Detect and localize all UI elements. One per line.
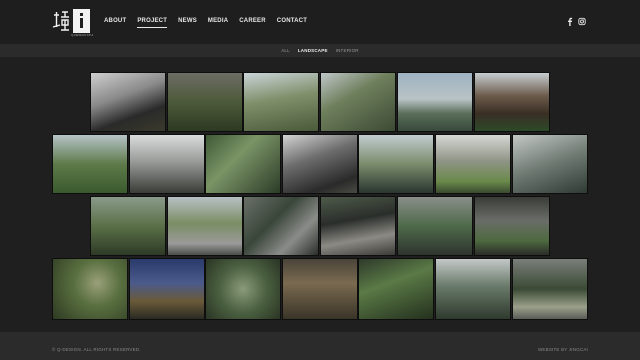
filter-landscape[interactable]: LANDSCAPE bbox=[298, 48, 328, 53]
project-tile-6[interactable] bbox=[474, 72, 550, 132]
nav-career[interactable]: CAREER bbox=[239, 16, 266, 28]
project-tile-19[interactable] bbox=[474, 196, 550, 256]
project-tile-5[interactable] bbox=[397, 72, 473, 132]
project-tile-23[interactable] bbox=[282, 258, 358, 320]
project-gallery bbox=[0, 57, 640, 332]
logo-mark-icon[interactable] bbox=[73, 9, 90, 33]
logo-glyph-icon[interactable] bbox=[52, 9, 70, 33]
instagram-icon[interactable] bbox=[578, 17, 586, 26]
copyright-text: © Q-DESIGN. ALL RIGHTS RESERVED. bbox=[52, 347, 141, 352]
category-filter-bar: ALL LANDSCAPE INTERIOR bbox=[0, 44, 640, 57]
project-tile-13[interactable] bbox=[512, 134, 588, 194]
project-tile-3[interactable] bbox=[243, 72, 319, 132]
project-tile-26[interactable] bbox=[512, 258, 588, 320]
nav-project[interactable]: PROJECT bbox=[137, 16, 168, 28]
project-tile-18[interactable] bbox=[397, 196, 473, 256]
nav-news[interactable]: NEWS bbox=[178, 16, 197, 28]
project-tile-15[interactable] bbox=[167, 196, 243, 256]
project-tile-25[interactable] bbox=[435, 258, 511, 320]
project-tile-7[interactable] bbox=[52, 134, 128, 194]
site-footer bbox=[0, 332, 640, 360]
facebook-icon[interactable] bbox=[566, 17, 574, 26]
project-tile-20[interactable] bbox=[52, 258, 128, 320]
project-tile-22[interactable] bbox=[205, 258, 281, 320]
project-tile-11[interactable] bbox=[358, 134, 434, 194]
project-tile-21[interactable] bbox=[129, 258, 205, 320]
project-tile-14[interactable] bbox=[90, 196, 166, 256]
logo-subtext: Q-DESIGN STUDIO bbox=[71, 34, 93, 37]
website-credit-link[interactable]: WEBSITE BY JINGCAI bbox=[538, 347, 588, 352]
project-tile-9[interactable] bbox=[205, 134, 281, 194]
filter-all[interactable]: ALL bbox=[281, 48, 290, 53]
nav-contact[interactable]: CONTACT bbox=[277, 16, 307, 28]
project-tile-10[interactable] bbox=[282, 134, 358, 194]
nav-about[interactable]: ABOUT bbox=[104, 16, 126, 28]
project-tile-17[interactable] bbox=[320, 196, 396, 256]
filter-interior[interactable]: INTERIOR bbox=[336, 48, 359, 53]
project-tile-12[interactable] bbox=[435, 134, 511, 194]
project-tile-1[interactable] bbox=[90, 72, 166, 132]
main-nav: ABOUT PROJECT NEWS MEDIA CAREER CONTACT bbox=[104, 16, 307, 28]
project-tile-8[interactable] bbox=[129, 134, 205, 194]
project-tile-2[interactable] bbox=[167, 72, 243, 132]
nav-media[interactable]: MEDIA bbox=[208, 16, 228, 28]
site-header: Q-DESIGN STUDIO ABOUT PROJECT NEWS MEDIA… bbox=[0, 0, 640, 44]
project-tile-16[interactable] bbox=[243, 196, 319, 256]
project-tile-24[interactable] bbox=[358, 258, 434, 320]
project-tile-4[interactable] bbox=[320, 72, 396, 132]
